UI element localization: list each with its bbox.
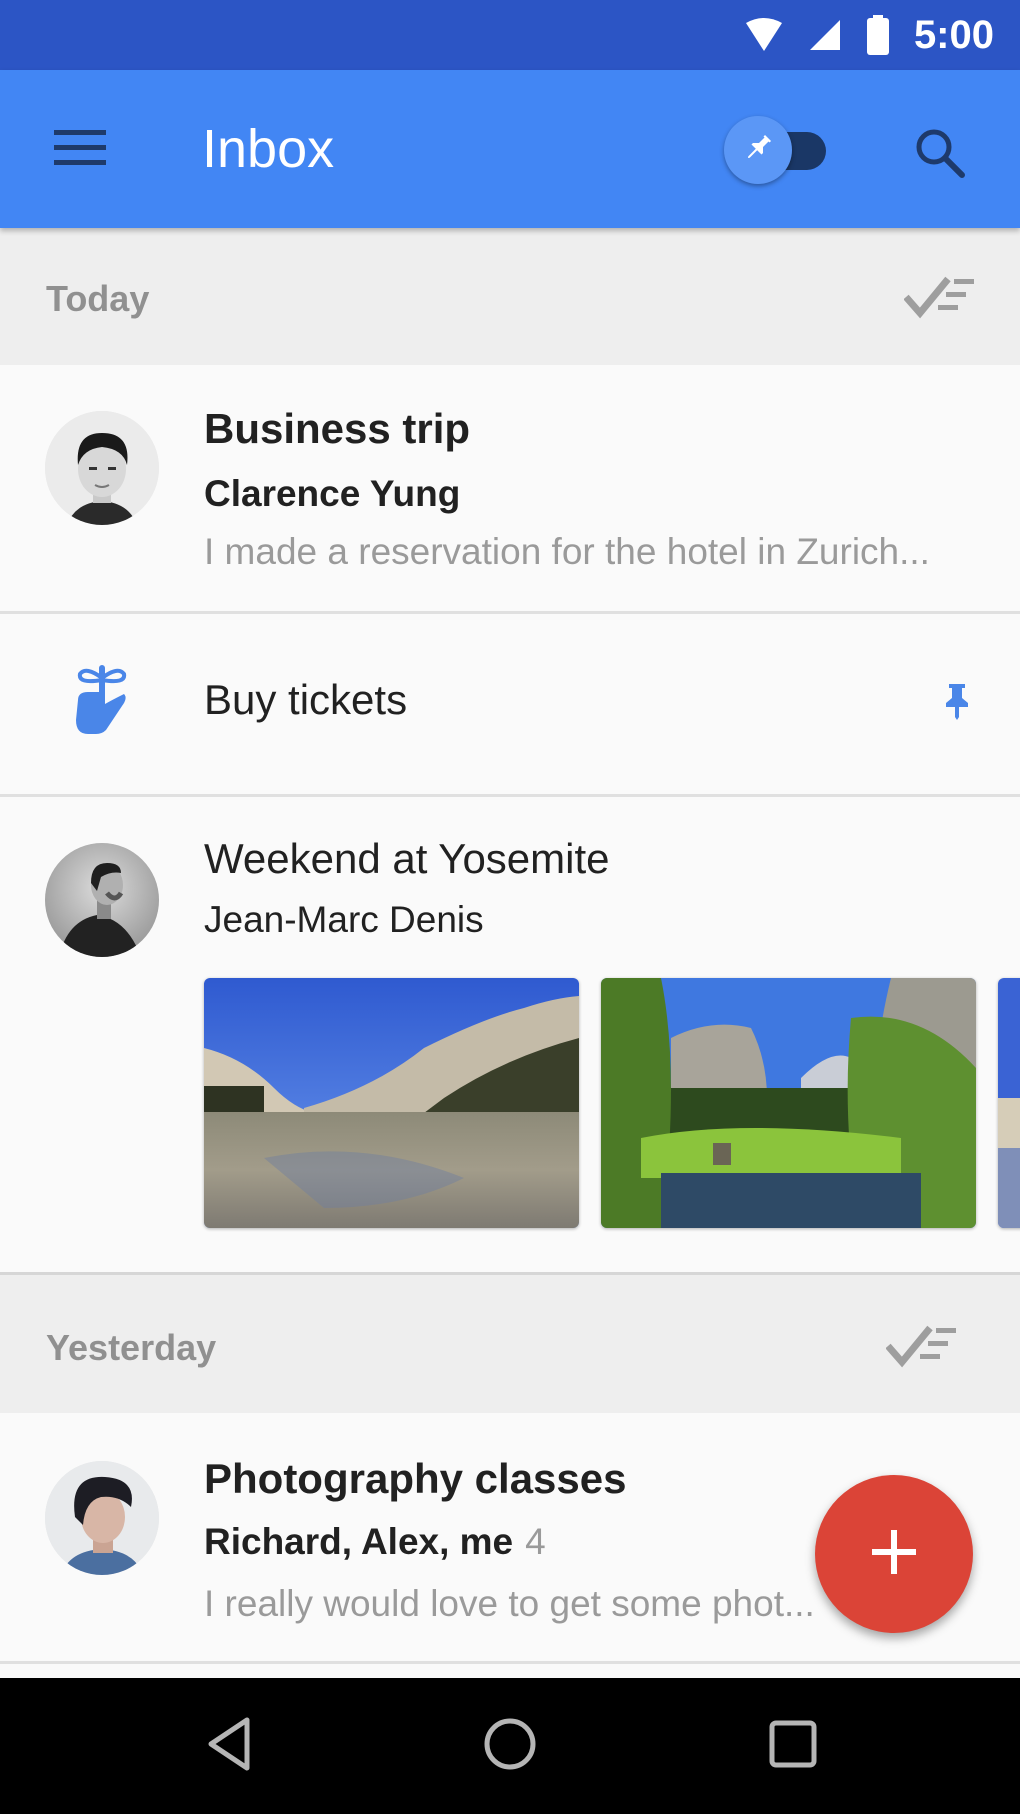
email-subject: Photography classes [204, 1455, 627, 1502]
email-sender: Jean-Marc Denis [204, 899, 484, 940]
search-icon [914, 127, 966, 184]
divider [0, 1661, 1020, 1664]
sweep-done-icon [885, 1322, 958, 1373]
page-title: Inbox [202, 119, 335, 179]
cellular-signal-icon [808, 18, 842, 52]
avatar [45, 411, 159, 525]
wifi-icon [744, 17, 784, 53]
email-participants: Richard, Alex, me [204, 1521, 514, 1562]
recents-button[interactable] [748, 1706, 838, 1786]
email-subject: Business trip [204, 405, 471, 452]
status-bar: 5:00 [0, 0, 1020, 70]
back-button[interactable] [185, 1706, 275, 1786]
status-icons: 5:00 [744, 0, 994, 70]
back-icon [205, 1716, 255, 1777]
list-item-email[interactable]: Business trip Clarence Yung I made a res… [0, 365, 1020, 612]
email-subject: Weekend at Yosemite [204, 835, 610, 882]
reminder-title: Buy tickets [204, 676, 408, 723]
pin-toggle-knob [724, 116, 792, 184]
pushpin-icon[interactable] [944, 682, 970, 725]
menu-button[interactable] [40, 120, 120, 180]
message-count: 4 [525, 1521, 546, 1562]
compose-button[interactable] [815, 1475, 973, 1633]
sweep-button[interactable] [900, 268, 980, 328]
recents-icon [768, 1719, 818, 1774]
pin-toggle[interactable] [722, 112, 832, 188]
yosemite-lake-photo[interactable] [204, 978, 579, 1228]
home-button[interactable] [465, 1706, 555, 1786]
sweep-button[interactable] [882, 1317, 962, 1377]
section-header-today: Today [0, 228, 1020, 365]
section-header-yesterday: Yesterday [0, 1272, 1020, 1413]
avatar [45, 1461, 159, 1575]
yosemite-third-photo[interactable] [998, 978, 1020, 1228]
yosemite-forest-photo[interactable] [601, 978, 976, 1228]
email-sender: Richard, Alex, me 4 [204, 1521, 546, 1563]
app-bar: Inbox [0, 70, 1020, 228]
system-nav-bar [0, 1678, 1020, 1814]
reminder-finger-icon [72, 664, 132, 741]
hamburger-menu-icon [54, 128, 106, 173]
sweep-done-icon [903, 273, 976, 324]
email-sender: Clarence Yung [204, 473, 461, 514]
search-button[interactable] [905, 120, 975, 190]
list-item-reminder[interactable]: Buy tickets [0, 614, 1020, 796]
section-label: Yesterday [46, 1327, 217, 1368]
clock-time: 5:00 [913, 12, 994, 57]
home-icon [482, 1716, 538, 1777]
email-snippet: I really would love to get some phot... [204, 1583, 815, 1624]
pushpin-icon [741, 131, 775, 170]
email-snippet: I made a reservation for the hotel in Zu… [204, 531, 930, 572]
battery-icon [866, 15, 890, 55]
avatar [45, 843, 159, 957]
plus-icon [870, 1528, 918, 1581]
section-label: Today [46, 278, 150, 319]
